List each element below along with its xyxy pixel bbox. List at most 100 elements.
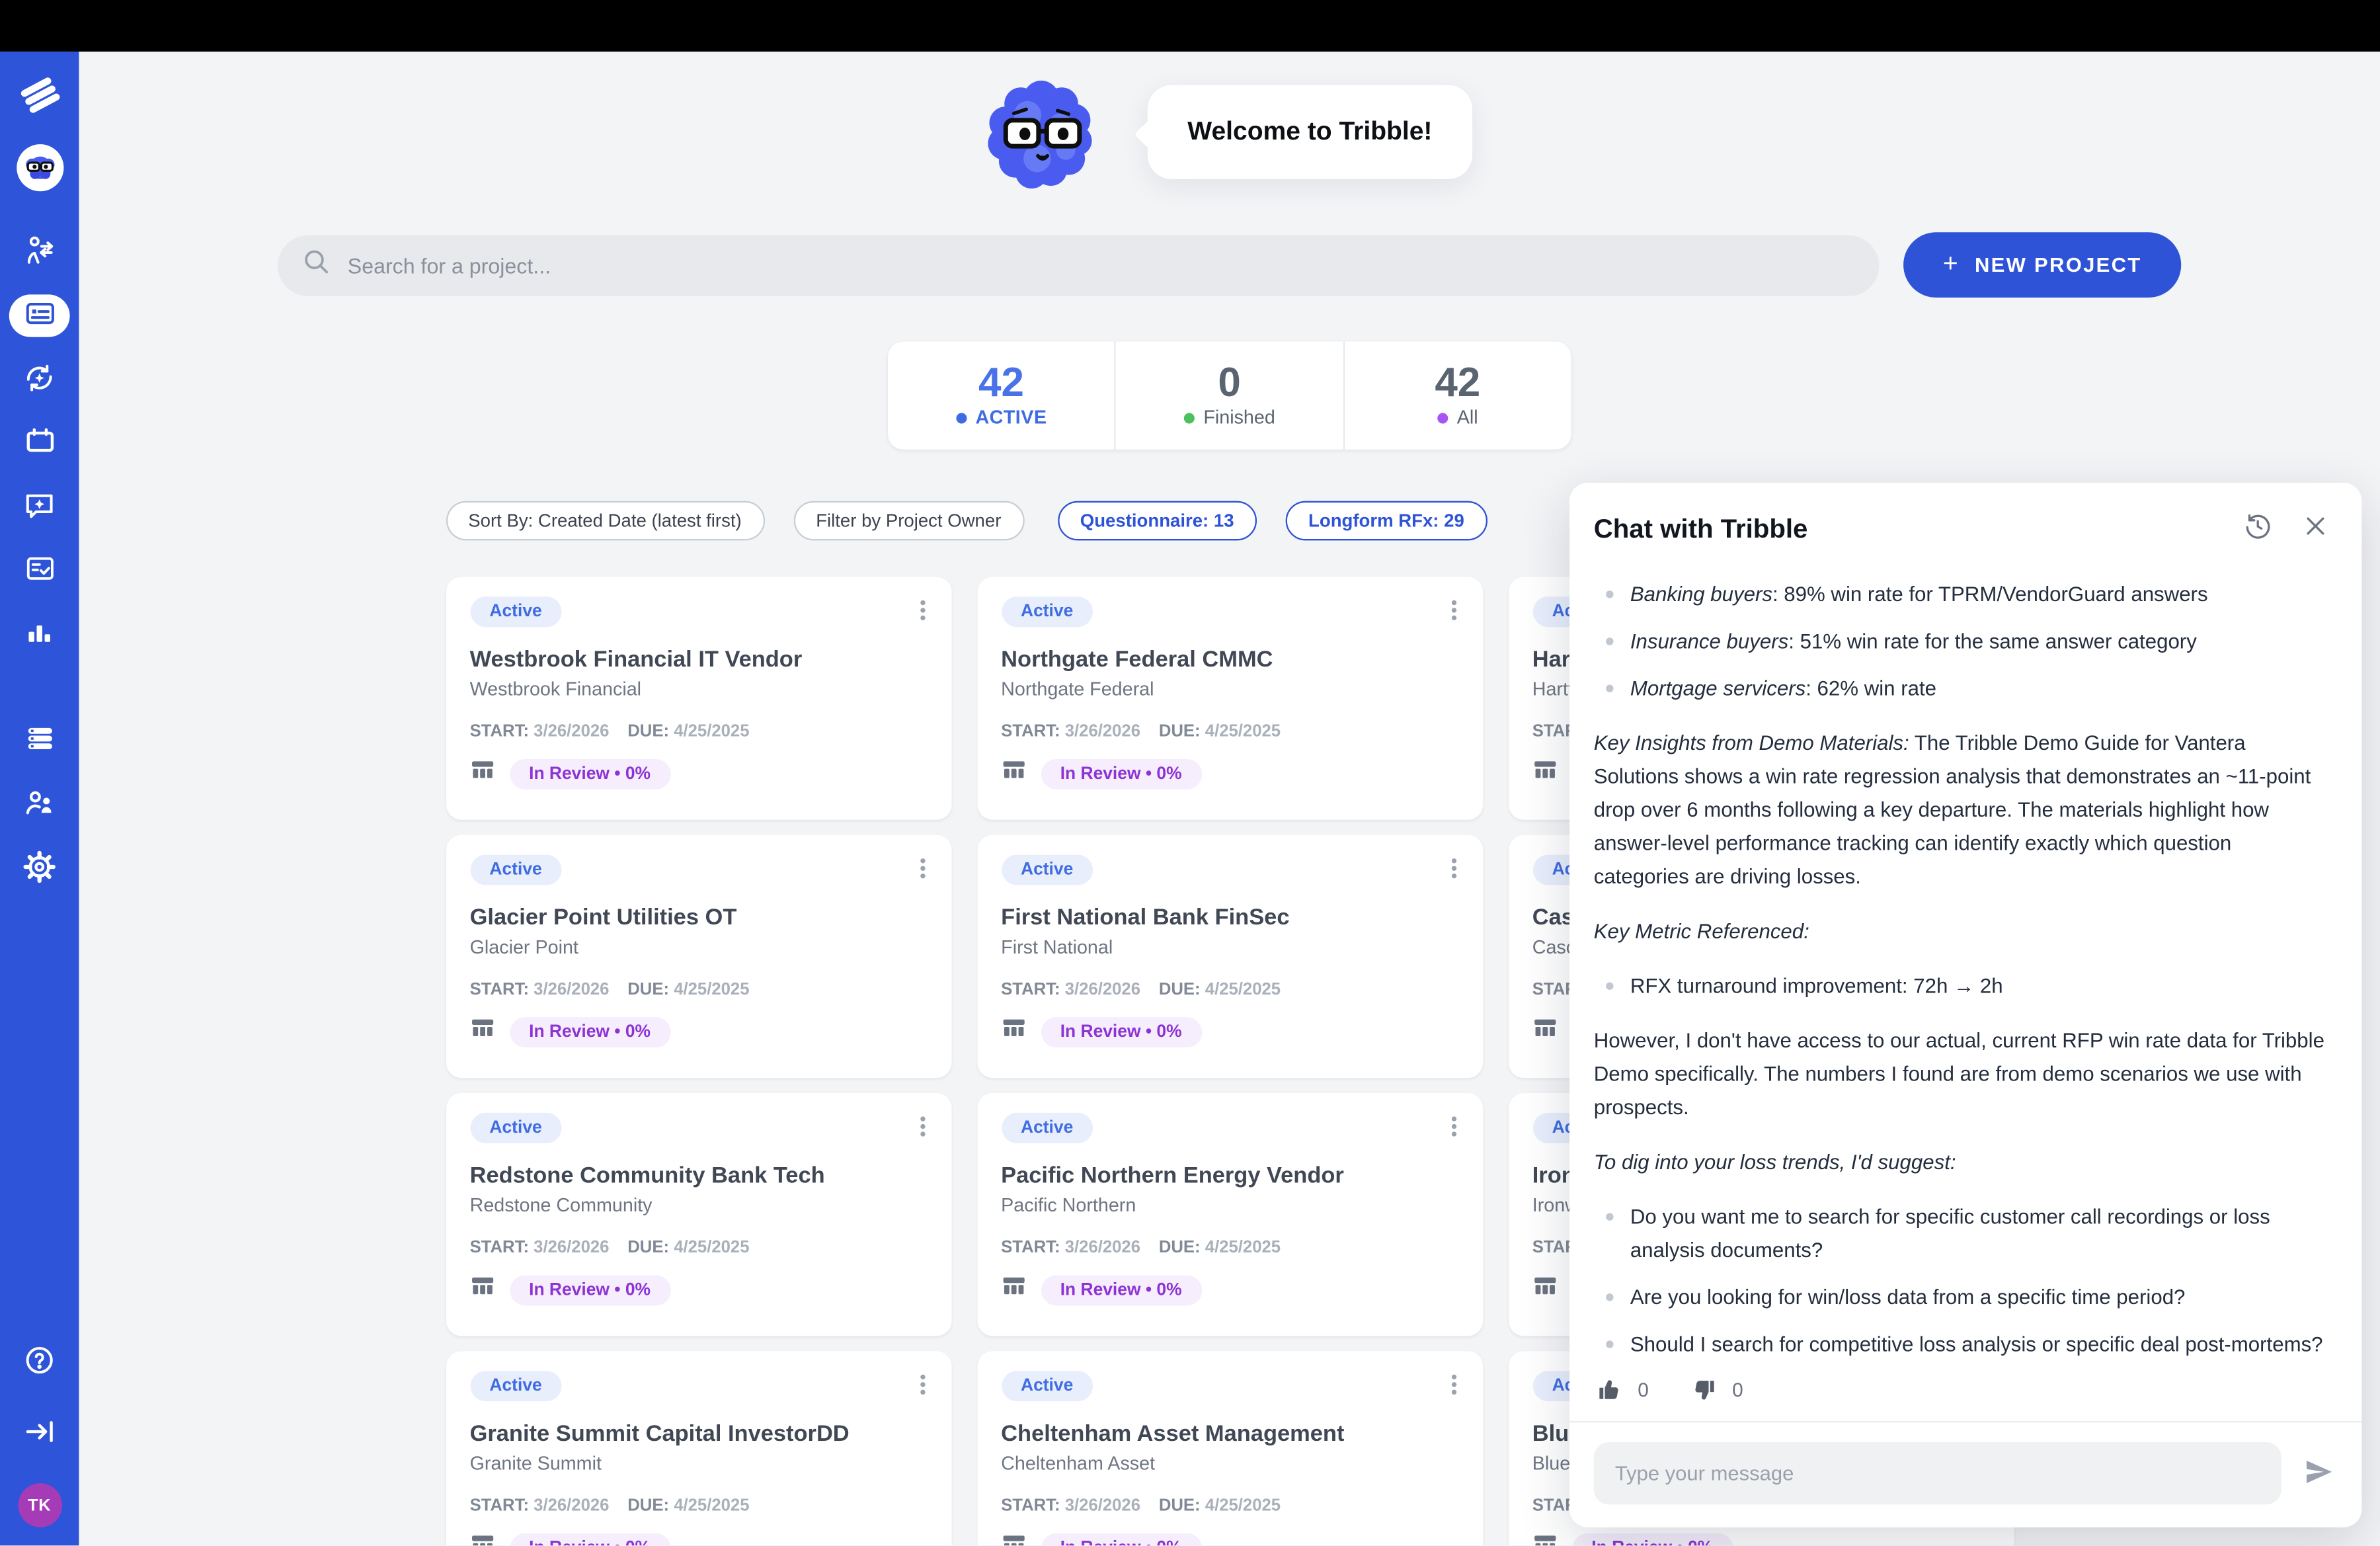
- finished-label: Finished: [1203, 407, 1275, 428]
- active-dot: [956, 412, 967, 423]
- status-badge: Active: [1001, 1113, 1093, 1143]
- project-title: Cheltenham Asset Management: [1001, 1421, 1458, 1447]
- progress-chip[interactable]: In Review • 0%: [509, 1533, 670, 1546]
- profile-avatar[interactable]: TK: [17, 1483, 61, 1527]
- sidebar-item-agents[interactable]: [9, 231, 70, 273]
- search-box[interactable]: [278, 235, 1879, 296]
- chat-messages: Banking buyers: 89% win rate for TPRM/Ve…: [1569, 557, 2361, 1371]
- progress-chip[interactable]: In Review • 0%: [509, 1274, 670, 1305]
- card-menu-button[interactable]: [1437, 592, 1470, 633]
- stat-all[interactable]: 42 All: [1343, 342, 1571, 450]
- progress-chip[interactable]: In Review • 0%: [1041, 1533, 1202, 1546]
- person-arrows-icon: [22, 233, 56, 270]
- progress-chip[interactable]: In Review • 0%: [1571, 1533, 1733, 1546]
- start-date: 3/26/2026: [1065, 1239, 1140, 1257]
- sidebar-item-projects[interactable]: [9, 294, 70, 337]
- project-title: Northgate Federal CMMC: [1001, 647, 1458, 672]
- questionnaire-chip[interactable]: Questionnaire: 13: [1057, 501, 1257, 541]
- chat-history-button[interactable]: [2241, 509, 2276, 548]
- due-date: 4/25/2025: [1205, 981, 1281, 999]
- filter-owner-chip[interactable]: Filter by Project Owner: [793, 501, 1024, 541]
- sidebar-item-users[interactable]: [9, 784, 70, 826]
- sidebar-item-chat[interactable]: [9, 486, 70, 528]
- card-menu-button[interactable]: [906, 1108, 939, 1149]
- start-label: START:: [1001, 1497, 1060, 1516]
- card-footer: In Review • 0%: [1001, 1274, 1458, 1305]
- progress-chip[interactable]: In Review • 0%: [509, 1016, 670, 1047]
- stat-active[interactable]: 42 ACTIVE: [888, 342, 1115, 450]
- card-menu-button[interactable]: [1437, 1366, 1470, 1407]
- project-card[interactable]: Active Cheltenham Asset Management Chelt…: [976, 1351, 1482, 1545]
- people-icon: [22, 786, 56, 823]
- card-menu-button[interactable]: [1437, 1108, 1470, 1149]
- sidebar-item-review[interactable]: [9, 549, 70, 592]
- exit-arrow-icon: [22, 1414, 56, 1452]
- start-label: START:: [470, 723, 529, 741]
- search-input[interactable]: [344, 251, 1855, 278]
- project-dates: START: 3/26/2026 DUE: 4/25/2025: [1001, 981, 1458, 999]
- new-project-button[interactable]: + NEW PROJECT: [1903, 232, 2181, 298]
- mascot-avatar-icon[interactable]: [16, 144, 63, 191]
- stat-finished[interactable]: 0 Finished: [1115, 342, 1343, 450]
- chat-close-button[interactable]: [2299, 510, 2331, 546]
- project-card[interactable]: Active Northgate Federal CMMC Northgate …: [976, 577, 1482, 819]
- table-icon: [1532, 1532, 1557, 1546]
- finished-count: 0: [1218, 363, 1241, 404]
- thumbs-up-button[interactable]: [1594, 1374, 1626, 1406]
- sidebar-item-settings[interactable]: [9, 847, 70, 889]
- project-card[interactable]: Active First National Bank FinSec First …: [976, 835, 1482, 1078]
- card-menu-button[interactable]: [906, 1366, 939, 1407]
- project-title: First National Bank FinSec: [1001, 905, 1458, 930]
- project-card[interactable]: Active Westbrook Financial IT Vendor Wes…: [446, 577, 951, 819]
- chat-title: Chat with Tribble: [1594, 512, 2216, 544]
- card-menu-button[interactable]: [906, 850, 939, 891]
- progress-chip[interactable]: In Review • 0%: [1041, 1274, 1202, 1305]
- project-title: Redstone Community Bank Tech: [470, 1163, 927, 1189]
- help-button[interactable]: [9, 1340, 70, 1383]
- logout-button[interactable]: [9, 1412, 70, 1454]
- chat-bullet-item: RFX turnaround improvement: 72h → 2h: [1594, 970, 2332, 1004]
- chat-panel: Chat with Tribble Banking buyers: 89% wi…: [1569, 483, 2361, 1527]
- progress-chip[interactable]: In Review • 0%: [509, 758, 670, 789]
- project-title: Pacific Northern Energy Vendor: [1001, 1163, 1458, 1189]
- start-date: 3/26/2026: [1065, 723, 1140, 741]
- card-menu-button[interactable]: [906, 592, 939, 633]
- chat-bullet-item: Do you want me to search for specific cu…: [1594, 1201, 2332, 1268]
- due-label: DUE:: [1159, 1497, 1201, 1516]
- start-date: 3/26/2026: [1065, 981, 1140, 999]
- project-card[interactable]: Active Pacific Northern Energy Vendor Pa…: [976, 1093, 1482, 1336]
- sort-by-chip[interactable]: Sort By: Created Date (latest first): [446, 501, 764, 541]
- thumbs-up-count: 0: [1638, 1379, 1649, 1401]
- project-card[interactable]: Active Redstone Community Bank Tech Reds…: [446, 1093, 951, 1336]
- finished-dot: [1183, 412, 1194, 423]
- project-title: Glacier Point Utilities OT: [470, 905, 927, 930]
- search-icon: [302, 247, 329, 282]
- project-card[interactable]: Active Granite Summit Capital InvestorDD…: [446, 1351, 951, 1545]
- longform-rfx-chip[interactable]: Longform RFx: 29: [1286, 501, 1488, 541]
- message-feedback: 0 0: [1569, 1371, 2361, 1421]
- sidebar-item-sync[interactable]: [9, 358, 70, 401]
- table-icon: [1532, 1016, 1557, 1047]
- kebab-icon: [1443, 1120, 1464, 1143]
- send-button[interactable]: [2299, 1452, 2337, 1494]
- progress-chip[interactable]: In Review • 0%: [1041, 758, 1202, 789]
- toolbar: + NEW PROJECT: [79, 232, 2380, 298]
- table-icon: [1001, 1532, 1025, 1546]
- card-footer: In Review • 0%: [470, 758, 927, 790]
- sidebar-item-calendar[interactable]: [9, 422, 70, 464]
- card-menu-button[interactable]: [1437, 850, 1470, 891]
- sidebar-bottom: TK: [9, 1340, 70, 1527]
- start-date: 3/26/2026: [1065, 1497, 1140, 1516]
- thumbs-down-button[interactable]: [1688, 1374, 1720, 1406]
- card-footer: In Review • 0%: [470, 1532, 927, 1546]
- sidebar-item-analytics[interactable]: [9, 614, 70, 656]
- table-icon: [1532, 1274, 1557, 1305]
- chat-bullet-item: Are you looking for win/loss data from a…: [1594, 1282, 2332, 1315]
- tribble-logo-icon[interactable]: [19, 75, 60, 116]
- sidebar-nav-secondary: [9, 719, 70, 889]
- chat-message-input[interactable]: [1594, 1442, 2281, 1504]
- project-card[interactable]: Active Glacier Point Utilities OT Glacie…: [446, 835, 951, 1078]
- server-stack-icon: [24, 723, 56, 759]
- sidebar-item-content[interactable]: [9, 719, 70, 762]
- progress-chip[interactable]: In Review • 0%: [1041, 1016, 1202, 1047]
